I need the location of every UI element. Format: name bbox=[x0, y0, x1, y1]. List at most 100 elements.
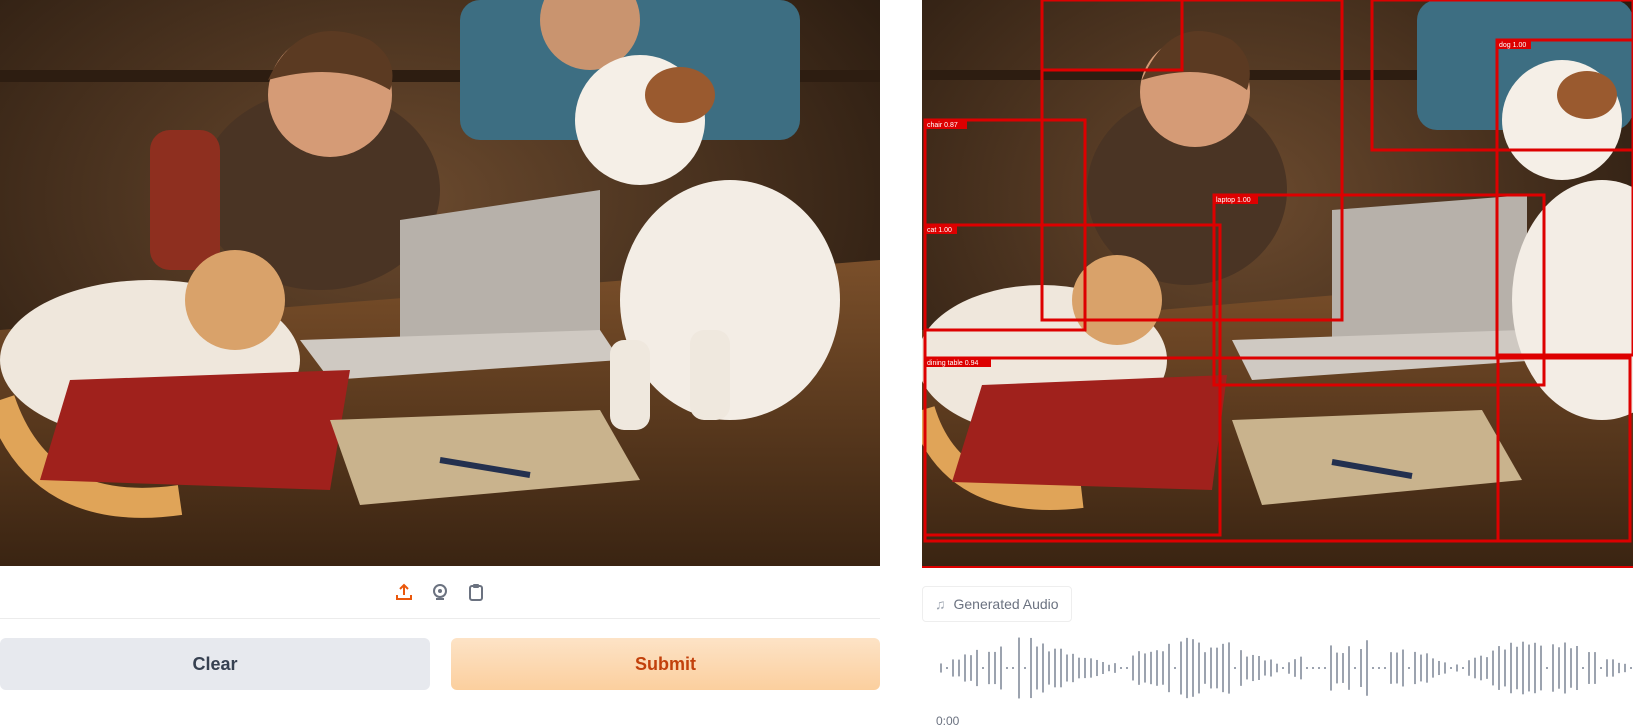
waveform-bar bbox=[1366, 640, 1368, 696]
waveform-bar bbox=[1390, 652, 1392, 684]
waveform-bar bbox=[1012, 667, 1014, 669]
waveform-bar bbox=[1414, 651, 1416, 685]
upload-icon[interactable] bbox=[393, 581, 415, 603]
waveform-bar bbox=[1396, 652, 1398, 684]
waveform-bar bbox=[1204, 652, 1206, 684]
waveform-bar bbox=[1246, 656, 1248, 680]
waveform-bar bbox=[1372, 667, 1374, 669]
waveform-bar bbox=[1174, 667, 1176, 669]
waveform-bar bbox=[1558, 647, 1560, 689]
waveform-bar bbox=[1504, 649, 1506, 687]
label-laptop: laptop 1.00 bbox=[1216, 197, 1251, 204]
label-dining-table: dining table 0.94 bbox=[927, 360, 978, 367]
music-note-icon: ♫ bbox=[935, 596, 946, 612]
waveform-bar bbox=[1162, 651, 1164, 685]
waveform-bar bbox=[1090, 658, 1092, 678]
waveform-bar bbox=[1426, 653, 1428, 683]
waveform-bar bbox=[940, 663, 942, 673]
waveform-bar bbox=[1630, 667, 1632, 669]
waveform-bar bbox=[1282, 667, 1284, 669]
waveform-bar bbox=[952, 659, 954, 677]
waveform-bar bbox=[1510, 642, 1512, 694]
waveform-bar bbox=[1306, 667, 1308, 669]
audio-label-chip: ♫ Generated Audio bbox=[922, 586, 1072, 622]
waveform-bar bbox=[1048, 651, 1050, 685]
waveform-bar bbox=[1060, 648, 1062, 688]
waveform-bar bbox=[1498, 646, 1500, 690]
webcam-icon[interactable] bbox=[429, 581, 451, 603]
waveform-bar bbox=[1228, 642, 1230, 694]
waveform-bar bbox=[1450, 667, 1452, 669]
output-image: chair 0.87 cat 1.00 laptop 1.00 dog 1.00… bbox=[922, 0, 1633, 568]
waveform-bar bbox=[1030, 637, 1032, 699]
waveform-bar bbox=[1522, 641, 1524, 695]
waveform-bar bbox=[1570, 648, 1572, 688]
waveform-bar bbox=[1528, 644, 1530, 692]
waveform-bar bbox=[1054, 648, 1056, 688]
waveform-bar bbox=[1600, 667, 1602, 669]
waveform-bar bbox=[1552, 644, 1554, 692]
waveform-bar bbox=[976, 649, 978, 687]
waveform-bar bbox=[1144, 653, 1146, 683]
waveform-bar bbox=[1534, 642, 1536, 694]
waveform-bar bbox=[1018, 637, 1020, 699]
waveform-bar bbox=[1564, 642, 1566, 694]
waveform-bar bbox=[1288, 662, 1290, 674]
input-image[interactable] bbox=[0, 0, 880, 566]
waveform-bar bbox=[1492, 650, 1494, 686]
waveform-bar bbox=[1438, 660, 1440, 676]
waveform-bar bbox=[1582, 667, 1584, 669]
waveform-bar bbox=[1408, 667, 1410, 669]
label-dog: dog 1.00 bbox=[1499, 42, 1526, 49]
image-source-toolbar bbox=[0, 566, 880, 619]
waveform-bar bbox=[1336, 652, 1338, 684]
waveform-bar bbox=[1612, 659, 1614, 677]
waveform-bar bbox=[1300, 656, 1302, 680]
input-image-illustration bbox=[0, 0, 880, 566]
waveform-bar bbox=[1342, 653, 1344, 683]
waveform-bar bbox=[1360, 649, 1362, 687]
submit-button[interactable]: Submit bbox=[451, 638, 880, 690]
waveform-bar bbox=[1270, 659, 1272, 677]
waveform-bar bbox=[1084, 657, 1086, 679]
waveform-bar bbox=[1318, 667, 1320, 669]
waveform-bar bbox=[1180, 641, 1182, 695]
waveform-bar bbox=[946, 667, 948, 669]
waveform-bar bbox=[1006, 667, 1008, 669]
waveform-bar bbox=[1468, 660, 1470, 676]
waveform-bar bbox=[1624, 663, 1626, 673]
waveform-bar bbox=[1138, 651, 1140, 685]
waveform-bar bbox=[1102, 662, 1104, 674]
waveform-bar bbox=[1210, 647, 1212, 689]
clear-button[interactable]: Clear bbox=[0, 638, 430, 690]
waveform-bar bbox=[964, 654, 966, 682]
clipboard-icon[interactable] bbox=[465, 581, 487, 603]
waveform-bar bbox=[1072, 653, 1074, 683]
waveform-bar bbox=[1312, 667, 1314, 669]
label-chair: chair 0.87 bbox=[927, 122, 958, 129]
waveform-bar bbox=[1444, 662, 1446, 674]
waveform-bar bbox=[1516, 646, 1518, 690]
waveform-bar bbox=[1150, 651, 1152, 685]
audio-waveform[interactable] bbox=[936, 630, 1633, 706]
waveform-bar bbox=[1330, 645, 1332, 691]
waveform-bar bbox=[1576, 645, 1578, 691]
waveform-bar bbox=[1186, 637, 1188, 699]
waveform-bar bbox=[1078, 657, 1080, 679]
waveform-bar bbox=[1168, 643, 1170, 693]
waveform-bar bbox=[1120, 667, 1122, 669]
waveform-bar bbox=[1240, 650, 1242, 686]
waveform-bar bbox=[1096, 659, 1098, 677]
waveform-bar bbox=[1462, 667, 1464, 669]
waveform-bar bbox=[1486, 657, 1488, 679]
waveform-bar bbox=[1252, 654, 1254, 682]
waveform-bar bbox=[1606, 659, 1608, 677]
waveform-bar bbox=[1222, 643, 1224, 693]
waveform-bar bbox=[1108, 664, 1110, 672]
waveform-bar bbox=[1402, 649, 1404, 687]
waveform-bar bbox=[1066, 654, 1068, 682]
waveform-bar bbox=[1264, 660, 1266, 676]
waveform-bar bbox=[1126, 667, 1128, 669]
waveform-bar bbox=[1216, 647, 1218, 689]
waveform-bar bbox=[1540, 645, 1542, 691]
